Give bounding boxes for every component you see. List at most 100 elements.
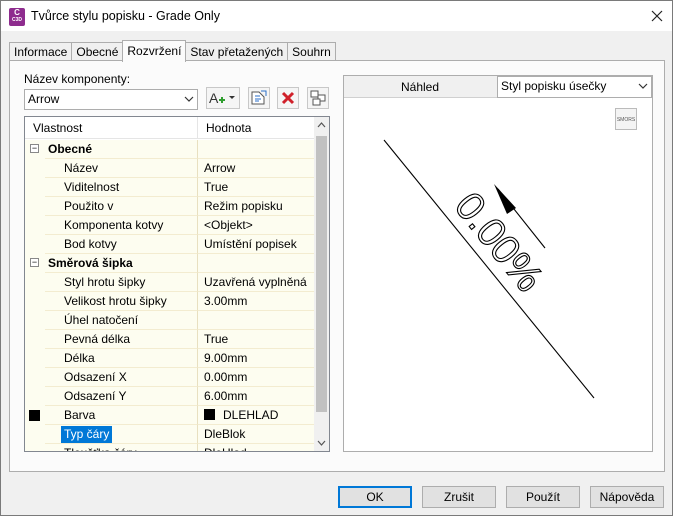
property-row[interactable]: Odsazení X 0.00mm [25, 368, 314, 387]
property-value[interactable]: DleBlok [198, 425, 314, 444]
property-value[interactable]: 3.00mm [198, 292, 314, 311]
preview-canvas[interactable]: 0.00% SMORS [344, 98, 652, 451]
property-row[interactable]: Typ čáry DleBlok [25, 425, 314, 444]
column-header-property[interactable]: Vlastnost [25, 117, 198, 139]
row-gutter [25, 178, 45, 197]
scroll-up-icon[interactable] [314, 117, 329, 133]
property-name-text: Odsazení X [64, 370, 127, 384]
property-value[interactable]: DLEHLAD [198, 406, 314, 425]
close-button[interactable] [642, 1, 672, 31]
row-gutter [25, 444, 45, 451]
property-name-text: Komponenta kotvy [64, 218, 164, 232]
column-header-value[interactable]: Hodnota [198, 117, 314, 139]
property-row[interactable]: Úhel natočení [25, 311, 314, 330]
color-swatch-icon [29, 410, 40, 421]
property-name-text: Odsazení Y [64, 389, 127, 403]
property-row[interactable]: Viditelnost True [25, 178, 314, 197]
add-component-button[interactable]: A [206, 87, 240, 109]
property-value[interactable]: Režim popisku [198, 197, 314, 216]
property-row[interactable]: Pevná délka True [25, 330, 314, 349]
property-value-text: 9.00mm [204, 351, 248, 365]
property-name-text: Tloušťka čáry [64, 446, 137, 451]
property-value[interactable]: True [198, 178, 314, 197]
property-value[interactable]: DleHlad [198, 444, 314, 451]
property-name: Styl hrotu šipky [45, 273, 198, 292]
property-name-text: Použito v [64, 199, 114, 213]
property-value[interactable] [198, 311, 314, 330]
property-row[interactable]: Velikost hrotu šipky 3.00mm [25, 292, 314, 311]
delete-component-button[interactable] [277, 87, 299, 109]
property-name-text: Obecné [48, 142, 93, 156]
svg-text:0.00%: 0.00% [446, 184, 552, 300]
property-name-text: Název [64, 161, 99, 175]
row-gutter [25, 406, 45, 425]
property-name: Název [45, 159, 198, 178]
ok-button[interactable]: OK [338, 486, 412, 508]
copy-component-icon [251, 90, 267, 105]
property-value[interactable]: True [198, 330, 314, 349]
property-grid-header: Vlastnost Hodnota [25, 117, 314, 139]
draw-order-button[interactable] [307, 87, 329, 109]
copy-component-button[interactable] [248, 87, 270, 109]
property-value[interactable]: 0.00mm [198, 368, 314, 387]
apply-button[interactable]: Použít [506, 486, 580, 508]
property-value[interactable]: <Objekt> [198, 216, 314, 235]
property-value[interactable]: Arrow [198, 159, 314, 178]
property-value-text: True [204, 180, 229, 194]
property-row[interactable]: Barva DLEHLAD [25, 406, 314, 425]
property-value-text: Umístění popisek [204, 237, 297, 251]
property-name-text: Úhel natočení [64, 313, 139, 327]
tab-souhrn[interactable]: Souhrn [287, 42, 336, 61]
property-name: Bod kotvy [45, 235, 198, 254]
property-row[interactable]: Název Arrow [25, 159, 314, 178]
preview-extents-button[interactable]: SMORS [615, 108, 637, 130]
scrollbar-thumb[interactable] [316, 136, 327, 412]
property-name-text: Barva [64, 408, 96, 422]
help-button[interactable]: Nápověda [590, 486, 664, 508]
property-row[interactable]: Tloušťka čáry DleHlad [25, 444, 314, 451]
property-value-text: DLEHLAD [223, 408, 279, 422]
property-name-text: Bod kotvy [64, 237, 117, 251]
property-value-text: DleHlad [204, 446, 247, 451]
cancel-button[interactable]: Zrušit [422, 486, 496, 508]
dialog-window: C C3D Tvůrce stylu popisku - Grade Only I… [0, 0, 673, 516]
property-name: Směrová šipka [45, 254, 198, 273]
property-category-row[interactable]: − Obecné [25, 140, 314, 159]
preview-label: Náhled [400, 80, 440, 94]
property-name: Komponenta kotvy [45, 216, 198, 235]
property-value[interactable]: 6.00mm [198, 387, 314, 406]
property-name: Úhel natočení [45, 311, 198, 330]
property-name: Barva [45, 406, 198, 425]
property-name: Typ čáry [45, 425, 198, 444]
property-value[interactable]: Uzavřená vyplněná [198, 273, 314, 292]
tab-obecne[interactable]: Obecné [71, 42, 124, 61]
property-value [198, 140, 314, 159]
property-row[interactable]: Odsazení Y 6.00mm [25, 387, 314, 406]
tab-informace[interactable]: Informace [9, 42, 73, 61]
property-name-text: Velikost hrotu šipky [64, 294, 167, 308]
property-row[interactable]: Bod kotvy Umístění popisek [25, 235, 314, 254]
collapse-icon[interactable]: − [30, 144, 39, 153]
component-name-select[interactable]: Arrow [24, 89, 198, 110]
property-category-row[interactable]: − Směrová šipka [25, 254, 314, 273]
property-value[interactable]: 9.00mm [198, 349, 314, 368]
tab-stav-pretazenych[interactable]: Stav přetažených [185, 42, 289, 61]
row-gutter [25, 425, 45, 444]
scroll-down-icon[interactable] [314, 435, 329, 451]
preview-style-select[interactable]: Styl popisku úsečky [497, 76, 652, 98]
property-name-text: Styl hrotu šipky [64, 275, 146, 289]
property-row[interactable]: Délka 9.00mm [25, 349, 314, 368]
property-value-text: <Objekt> [204, 218, 253, 232]
property-grid-scrollbar[interactable] [314, 117, 329, 451]
collapse-icon[interactable]: − [30, 258, 39, 267]
property-value-text: Uzavřená vyplněná [204, 275, 307, 289]
row-gutter [25, 292, 45, 311]
row-gutter [25, 349, 45, 368]
property-row[interactable]: Komponenta kotvy <Objekt> [25, 216, 314, 235]
property-row[interactable]: Styl hrotu šipky Uzavřená vyplněná [25, 273, 314, 292]
close-icon [651, 10, 663, 22]
property-name: Odsazení X [45, 368, 198, 387]
property-value[interactable]: Umístění popisek [198, 235, 314, 254]
property-row[interactable]: Použito v Režim popisku [25, 197, 314, 216]
tab-rozvrzeni[interactable]: Rozvržení [122, 40, 187, 62]
